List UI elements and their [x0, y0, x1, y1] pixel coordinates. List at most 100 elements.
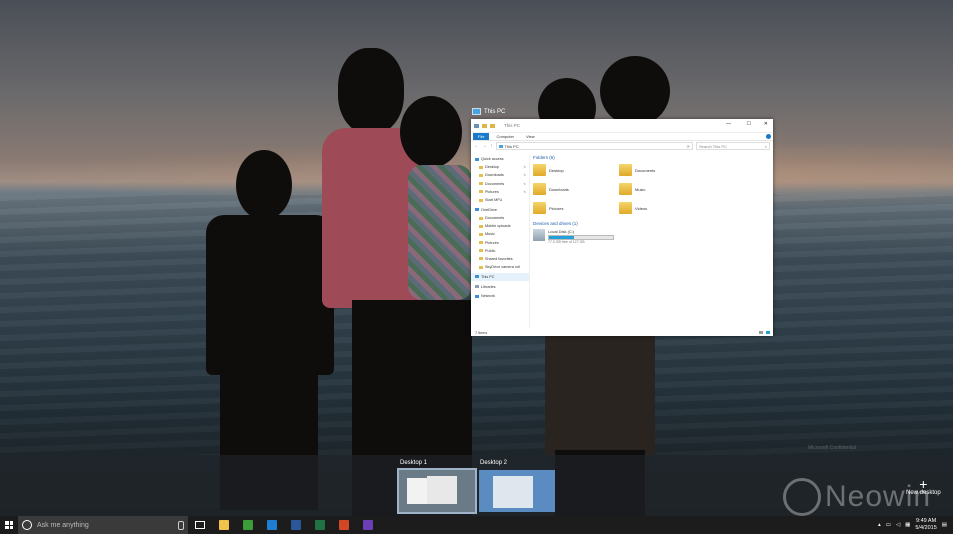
nav-item[interactable]: OneDrive — [471, 206, 529, 214]
neowin-logo-icon — [783, 478, 821, 516]
details-view-icon[interactable] — [759, 331, 763, 334]
newfolder-quickaccess-icon[interactable] — [490, 123, 495, 128]
microphone-icon[interactable] — [178, 520, 184, 530]
nav-item[interactable]: Libraries — [471, 283, 529, 291]
pin-icon: ✎ — [523, 165, 526, 170]
nav-item-label: Desktop — [485, 165, 499, 170]
folder-icon — [479, 224, 483, 228]
nav-item[interactable]: Start MFU — [471, 196, 529, 204]
clock[interactable]: 9:49 AM 5/4/2015 — [915, 518, 936, 532]
network-icon[interactable]: ▭ — [886, 522, 891, 528]
folder-icon — [479, 265, 483, 269]
tab-view[interactable]: View — [521, 133, 540, 140]
nav-item-label: SkyDrive camera roll — [485, 265, 521, 270]
cortana-ring-icon — [22, 520, 32, 530]
refresh-icon[interactable]: ⟳ — [687, 144, 690, 149]
ie-taskbar-button[interactable] — [260, 516, 284, 534]
minimize-button[interactable]: — — [726, 121, 731, 127]
nav-item[interactable]: Documents — [471, 214, 529, 222]
nav-item-label: Pictures — [485, 189, 499, 194]
back-arrow-icon[interactable]: ← — [474, 143, 479, 149]
library-icon — [475, 285, 479, 289]
neowin-watermark: Neowin — [783, 478, 931, 516]
explorer-titlebar[interactable]: This PC — ☐ ✕ — [471, 119, 773, 133]
file-explorer-taskbar-button[interactable] — [212, 516, 236, 534]
cortana-search-box[interactable]: Ask me anything — [18, 516, 188, 534]
address-bar[interactable]: This PC ⟳ — [495, 142, 693, 150]
pin-icon: ✎ — [523, 181, 526, 186]
nav-item[interactable]: Pictures ✎ — [471, 188, 529, 196]
volume-icon[interactable]: ◁ — [896, 522, 900, 528]
maximize-button[interactable]: ☐ — [747, 121, 751, 127]
neowin-text: Neowin — [825, 480, 932, 513]
store-taskbar-button[interactable] — [236, 516, 260, 534]
nav-item[interactable]: Public — [471, 247, 529, 255]
silhouette-right-head-2 — [600, 56, 670, 126]
folder-icon — [533, 183, 546, 195]
nav-item-label: This PC — [481, 274, 495, 279]
nav-item[interactable]: Network — [471, 292, 529, 300]
folder-desktop[interactable]: Desktop — [533, 164, 564, 176]
keyboard-icon[interactable]: ▦ — [905, 522, 910, 528]
clock-date: 5/4/2015 — [915, 525, 937, 531]
folder-videos[interactable]: Videos — [619, 202, 647, 214]
nav-item[interactable]: Mobile uploads — [471, 222, 529, 230]
explorer-title: This PC — [504, 123, 521, 128]
search-icon: ⌕ — [764, 143, 767, 149]
large-icons-view-icon[interactable] — [766, 331, 770, 334]
powerpoint-taskbar-button[interactable] — [332, 516, 356, 534]
nav-item[interactable]: Shared favorites — [471, 255, 529, 263]
nav-item-label: Public — [485, 248, 496, 253]
tab-computer[interactable]: Computer — [491, 133, 519, 140]
nav-item[interactable]: SkyDrive camera roll — [471, 263, 529, 271]
nav-item-label: Quick access — [481, 157, 504, 162]
calendar-taskbar-button[interactable] — [356, 516, 380, 534]
nav-item[interactable]: Documents ✎ — [471, 180, 529, 188]
nav-item-label: Documents — [485, 181, 505, 186]
up-arrow-icon[interactable]: ↑ — [490, 143, 493, 149]
close-button[interactable]: ✕ — [764, 121, 768, 127]
nav-item-label: Mobile uploads — [485, 224, 511, 229]
nav-item[interactable]: Desktop ✎ — [471, 163, 529, 171]
folder-music[interactable]: Music — [619, 183, 645, 195]
window-caption[interactable]: This PC — [472, 108, 505, 115]
task-view-button[interactable] — [188, 516, 212, 534]
drive-usage-fill — [549, 236, 574, 239]
nav-item[interactable]: Music — [471, 230, 529, 238]
nav-item[interactable]: Downloads ✎ — [471, 171, 529, 179]
save-quickaccess-icon[interactable] — [474, 123, 479, 128]
folder-documents[interactable]: Documents — [619, 164, 655, 176]
thumbnail-window — [427, 476, 457, 504]
nav-item-label: Music — [485, 232, 495, 237]
forward-arrow-icon[interactable]: → — [482, 143, 487, 149]
pin-icon: ✎ — [523, 189, 526, 194]
folder-icon — [619, 183, 632, 195]
computer-icon — [475, 275, 479, 279]
desktop-2-thumbnail[interactable] — [479, 470, 555, 512]
silhouette-adult-head — [338, 48, 404, 134]
folder-label: Videos — [635, 205, 648, 211]
word-taskbar-button[interactable] — [284, 516, 308, 534]
devices-header[interactable]: Devices and drives (1) — [533, 221, 578, 226]
nav-item[interactable]: Quick access — [471, 155, 529, 163]
chevron-up-icon[interactable]: ▴ — [878, 522, 881, 528]
properties-quickaccess-icon[interactable] — [482, 123, 487, 128]
folder-downloads[interactable]: Downloads — [533, 183, 569, 195]
silhouette-child-head — [236, 150, 292, 220]
desktop-1-thumbnail[interactable] — [397, 468, 477, 514]
start-button[interactable] — [0, 516, 18, 534]
file-explorer-window[interactable]: This PC — ☐ ✕ File Computer View ← → ↑ T… — [471, 119, 773, 336]
drive-c[interactable]: Local Disk (C:) 77.0 GB free of 127 GB — [533, 229, 614, 244]
folders-header[interactable]: Folders (6) — [533, 155, 555, 160]
nav-item[interactable]: This PC — [471, 272, 529, 281]
action-center-icon[interactable]: ▤ — [942, 522, 947, 528]
address-crumb: This PC — [504, 143, 519, 149]
help-icon[interactable] — [766, 134, 771, 139]
silhouette-carried-child-dress — [408, 165, 472, 300]
search-input[interactable]: Search This PC ⌕ — [696, 142, 770, 150]
tab-file[interactable]: File — [473, 133, 490, 140]
cloud-icon — [475, 208, 479, 212]
folder-pictures[interactable]: Pictures — [533, 202, 563, 214]
nav-item[interactable]: Pictures — [471, 238, 529, 246]
excel-taskbar-button[interactable] — [308, 516, 332, 534]
